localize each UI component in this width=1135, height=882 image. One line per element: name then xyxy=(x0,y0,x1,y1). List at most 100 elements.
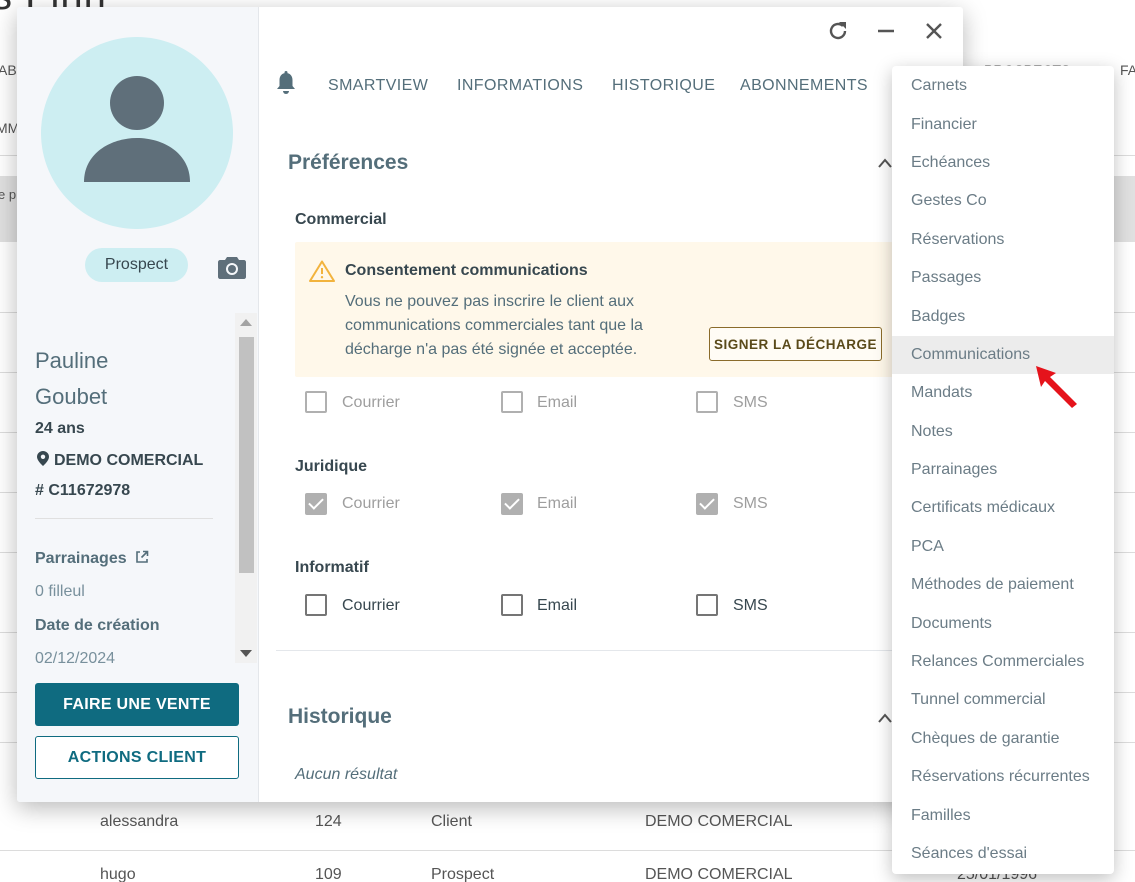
historique-title: Historique xyxy=(288,705,392,728)
tab-historique[interactable]: HISTORIQUE xyxy=(612,77,715,95)
juridique-group-title: Juridique xyxy=(295,458,368,475)
panel-divider xyxy=(258,7,259,802)
commercial-email-checkbox[interactable] xyxy=(501,391,523,413)
menu-item-certificats-medicaux[interactable]: Certificats médicaux xyxy=(892,489,1114,527)
scrollbar-thumb[interactable] xyxy=(239,337,254,573)
parrainages-link[interactable]: Parrainages xyxy=(35,550,149,568)
table-cell: Client xyxy=(431,813,472,830)
informatif-group-title: Informatif xyxy=(295,559,369,576)
menu-item-relances-commerciales[interactable]: Relances Commerciales xyxy=(892,643,1114,681)
table-cell: Prospect xyxy=(431,866,495,882)
minimize-button[interactable] xyxy=(873,18,899,44)
parrainages-value: 0 filleul xyxy=(35,583,85,600)
preferences-title: Préférences xyxy=(288,151,409,174)
menu-item-methodes-de-paiement[interactable]: Méthodes de paiement xyxy=(892,566,1114,604)
checkbox-label: Email xyxy=(537,495,578,512)
checkbox-label: Email xyxy=(537,394,578,411)
juridique-courrier-checkbox[interactable] xyxy=(305,493,327,515)
commercial-courrier-checkbox[interactable] xyxy=(305,391,327,413)
sell-button[interactable]: FAIRE UNE VENTE xyxy=(35,683,239,726)
warning-icon xyxy=(309,260,335,282)
informatif-sms-checkbox[interactable] xyxy=(696,594,718,616)
menu-item-financier[interactable]: Financier xyxy=(892,106,1114,144)
client-id: # C11672978 xyxy=(35,482,131,499)
chevron-up-icon[interactable] xyxy=(878,158,892,168)
menu-item-badges[interactable]: Badges xyxy=(892,298,1114,336)
menu-item-cheques-de-garantie[interactable]: Chèques de garantie xyxy=(892,720,1114,758)
menu-item-mandats[interactable]: Mandats xyxy=(892,374,1114,412)
divider xyxy=(35,518,213,519)
menu-item-documents[interactable]: Documents xyxy=(892,605,1114,643)
checkbox-label: Courrier xyxy=(342,597,400,614)
commercial-sms-checkbox[interactable] xyxy=(696,391,718,413)
menu-item-reservations-recurrentes[interactable]: Réservations récurrentes xyxy=(892,758,1114,796)
tab-informations[interactable]: INFORMATIONS xyxy=(457,77,583,95)
status-badge: Prospect xyxy=(85,248,188,282)
client-last-name: Goubet xyxy=(35,384,108,409)
client-site: DEMO COMERCIAL xyxy=(37,451,203,470)
table-cell: hugo xyxy=(100,866,136,882)
more-tabs-menu: Carnets Financier Echéances Gestes Co Ré… xyxy=(892,66,1114,874)
historique-empty: Aucun résultat xyxy=(295,766,398,783)
refresh-button[interactable] xyxy=(825,18,851,44)
creation-date-label: Date de création xyxy=(35,617,160,634)
menu-item-tunnel-commercial[interactable]: Tunnel commercial xyxy=(892,681,1114,719)
informatif-email-checkbox[interactable] xyxy=(501,594,523,616)
section-divider xyxy=(276,650,916,651)
warning-text: Vous ne pouvez pas inscrire le client au… xyxy=(345,293,643,358)
juridique-email-checkbox[interactable] xyxy=(501,493,523,515)
client-actions-button[interactable]: ACTIONS CLIENT xyxy=(35,736,239,779)
menu-item-gestes-co[interactable]: Gestes Co xyxy=(892,182,1114,220)
tab-smartview[interactable]: SMARTVIEW xyxy=(328,77,428,95)
client-info-scroll-area[interactable]: Pauline Goubet 24 ans DEMO COMERCIAL # C… xyxy=(17,313,258,663)
menu-item-echeances[interactable]: Echéances xyxy=(892,144,1114,182)
informatif-courrier-checkbox[interactable] xyxy=(305,594,327,616)
menu-item-parrainages[interactable]: Parrainages xyxy=(892,451,1114,489)
scroll-down-arrow-icon[interactable] xyxy=(240,650,252,657)
client-sidebar: Prospect Pauline Goubet 24 ans DEMO COME… xyxy=(17,7,258,802)
menu-item-reservations[interactable]: Réservations xyxy=(892,221,1114,259)
menu-item-carnets[interactable]: Carnets xyxy=(892,67,1114,105)
warning-title: Consentement communications xyxy=(345,262,588,279)
close-icon xyxy=(926,23,942,39)
client-age: 24 ans xyxy=(35,420,85,437)
checkbox-label: SMS xyxy=(733,394,768,411)
refresh-icon xyxy=(829,22,847,40)
commercial-group-title: Commercial xyxy=(295,211,387,228)
menu-item-passages[interactable]: Passages xyxy=(892,259,1114,297)
sign-release-button[interactable]: SIGNER LA DÉCHARGE xyxy=(709,327,882,361)
checkbox-label: SMS xyxy=(733,597,768,614)
client-site-label: DEMO COMERCIAL xyxy=(54,452,204,469)
checkbox-label: SMS xyxy=(733,495,768,512)
background-tab-fa[interactable]: FA xyxy=(1120,62,1135,78)
menu-item-communications[interactable]: Communications xyxy=(892,336,1114,374)
checkbox-label: Email xyxy=(537,597,578,614)
minimize-icon xyxy=(878,29,894,33)
table-cell: DEMO COMERCIAL xyxy=(645,866,793,882)
table-cell: alessandra xyxy=(100,813,179,830)
external-link-icon[interactable] xyxy=(135,550,149,564)
creation-date-value: 02/12/2024 xyxy=(35,650,116,663)
table-cell: 124 xyxy=(315,813,342,830)
checkbox-label: Courrier xyxy=(342,495,400,512)
menu-item-familles[interactable]: Familles xyxy=(892,797,1114,835)
red-arrow-pointer-icon xyxy=(1036,366,1077,408)
tab-abonnements[interactable]: ABONNEMENTS xyxy=(740,77,868,95)
parrainages-label: Parrainages xyxy=(35,550,127,567)
checkbox-label: Courrier xyxy=(342,394,400,411)
menu-item-notes[interactable]: Notes xyxy=(892,413,1114,451)
camera-icon[interactable] xyxy=(218,255,246,279)
scrollbar[interactable] xyxy=(235,313,257,663)
menu-item-pca[interactable]: PCA xyxy=(892,528,1114,566)
juridique-sms-checkbox[interactable] xyxy=(696,493,718,515)
scroll-up-arrow-icon[interactable] xyxy=(240,319,252,326)
chevron-up-icon[interactable] xyxy=(878,713,892,723)
close-button[interactable] xyxy=(921,18,947,44)
table-cell: 109 xyxy=(315,866,342,882)
avatar[interactable] xyxy=(41,37,233,229)
background-row-partial: e p xyxy=(0,187,17,202)
menu-item-seances-d-essai[interactable]: Séances d'essai xyxy=(892,835,1114,873)
client-modal: Prospect Pauline Goubet 24 ans DEMO COME… xyxy=(17,7,963,802)
person-icon xyxy=(84,76,190,182)
bell-icon[interactable] xyxy=(275,71,297,95)
